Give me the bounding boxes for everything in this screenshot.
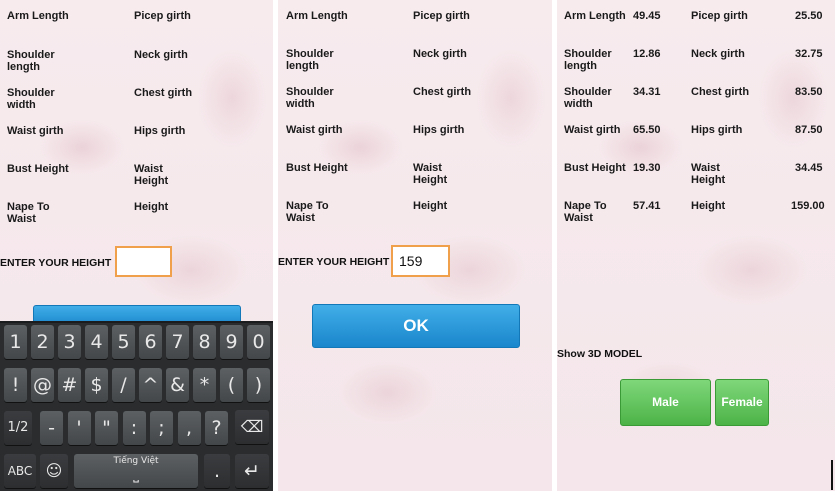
label-neck-girth: Neck girth	[413, 48, 467, 60]
screen-height-entered: Arm Length Picep girth Shoulder length N…	[278, 0, 552, 491]
label-neck-girth: Neck girth	[134, 49, 188, 61]
emoji-key-icon[interactable]: ☺	[40, 454, 68, 488]
label-shoulder-width: Shoulder width	[286, 86, 334, 110]
key-symbol[interactable]: *	[193, 368, 216, 402]
key-punctuation[interactable]: ,	[177, 411, 201, 445]
label-arm-length: Arm Length	[564, 10, 626, 22]
label-chest-girth: Chest girth	[134, 87, 193, 99]
label-height: Height	[691, 200, 726, 212]
label-nape-to-waist: Nape To Waist	[564, 200, 607, 224]
value-waist-height: 34.45	[795, 162, 823, 174]
label-nape-to-waist: Nape To Waist	[286, 200, 329, 224]
label-arm-length: Arm Length	[7, 10, 69, 22]
key-symbol[interactable]: !	[4, 368, 27, 402]
key-4[interactable]: 4	[85, 325, 108, 359]
female-button[interactable]: Female	[715, 379, 769, 426]
male-button[interactable]: Male	[620, 379, 711, 426]
key-symbol[interactable]: /	[112, 368, 135, 402]
height-prompt: ENTER YOUR HEIGHT	[0, 257, 112, 269]
height-input[interactable]	[391, 245, 450, 277]
value-bicep-girth: 25.50	[795, 10, 823, 22]
label-bust-height: Bust Height	[286, 162, 348, 174]
label-waist-height: Waist Height	[691, 162, 726, 186]
space-bar-icon: ⎵	[133, 467, 139, 483]
key-punctuation[interactable]: "	[95, 411, 118, 445]
key-symbol[interactable]: &	[166, 368, 189, 402]
key-8[interactable]: 8	[193, 325, 216, 359]
key-symbol[interactable]: #	[58, 368, 81, 402]
key-3[interactable]: 3	[58, 325, 81, 359]
key-7[interactable]: 7	[166, 325, 189, 359]
key-10[interactable]: 0	[247, 325, 270, 359]
screen-results: Arm Length 49.45 Picep girth 25.50 Shoul…	[557, 0, 835, 491]
label-height: Height	[413, 200, 448, 212]
key-2[interactable]: 2	[31, 325, 54, 359]
key-symbol[interactable]: ^	[139, 368, 162, 402]
label-shoulder-length: Shoulder length	[564, 48, 612, 72]
label-waist-height: Waist Height	[413, 162, 448, 186]
label-hips-girth: Hips girth	[413, 124, 465, 136]
value-bust-height: 19.30	[633, 162, 661, 174]
label-height: Height	[134, 201, 169, 213]
label-shoulder-width: Shoulder width	[7, 87, 55, 111]
label-shoulder-length: Shoulder length	[7, 49, 55, 73]
show-3d-model-label: Show 3D MODEL	[557, 348, 643, 360]
key-space[interactable]: Tiếng Việt ⎵	[74, 454, 198, 488]
key-punctuation[interactable]: -	[40, 411, 63, 445]
key-9[interactable]: 9	[220, 325, 243, 359]
key-mode-abc[interactable]: ABC	[4, 454, 36, 488]
label-neck-girth: Neck girth	[691, 48, 745, 60]
label-arm-length: Arm Length	[286, 10, 348, 22]
label-chest-girth: Chest girth	[691, 86, 750, 98]
key-6[interactable]: 6	[139, 325, 162, 359]
value-shoulder-length: 12.86	[633, 48, 661, 60]
screen-empty-height: Arm Length Picep girth Shoulder length N…	[0, 0, 273, 491]
text-cursor-icon	[831, 460, 833, 490]
height-prompt: ENTER YOUR HEIGHT	[278, 256, 390, 268]
key-symbol[interactable]: (	[220, 368, 243, 402]
label-hips-girth: Hips girth	[134, 125, 186, 137]
key-1[interactable]: 1	[4, 325, 27, 359]
label-waist-height: Waist Height	[134, 163, 169, 187]
key-symbol[interactable]: )	[247, 368, 270, 402]
ok-button[interactable]: OK	[312, 304, 520, 348]
key-symbol[interactable]: $	[85, 368, 108, 402]
label-waist-girth: Waist girth	[7, 125, 64, 137]
backspace-key-icon[interactable]: ⌫	[235, 410, 269, 444]
label-chest-girth: Chest girth	[413, 86, 472, 98]
value-chest-girth: 83.50	[795, 86, 823, 98]
space-language-label: Tiếng Việt	[113, 456, 159, 466]
soft-keyboard: 1234567890 ! @ # $ / ^ & *() 1/2- ' ":;,? ABC ☺ T…	[0, 321, 273, 491]
value-nape-to-waist: 57.41	[633, 200, 661, 212]
label-bust-height: Bust Height	[7, 163, 69, 175]
key-punctuation[interactable]: ;	[150, 411, 173, 445]
value-hips-girth: 87.50	[795, 124, 823, 136]
key-symbol[interactable]: @	[31, 368, 54, 402]
key-shift-symbols[interactable]: 1/2	[4, 411, 32, 445]
key-punctuation[interactable]: :	[122, 411, 146, 445]
label-bicep-girth: Picep girth	[691, 10, 748, 22]
key-5[interactable]: 5	[112, 325, 135, 359]
key-punctuation[interactable]: '	[67, 411, 91, 445]
value-height: 159.00	[791, 200, 825, 212]
value-waist-girth: 65.50	[633, 124, 661, 136]
key-punctuation[interactable]: ?	[205, 411, 228, 445]
key-period[interactable]: .	[204, 454, 230, 488]
label-waist-girth: Waist girth	[286, 124, 343, 136]
label-hips-girth: Hips girth	[691, 124, 743, 136]
label-waist-girth: Waist girth	[564, 124, 621, 136]
value-shoulder-width: 34.31	[633, 86, 661, 98]
value-neck-girth: 32.75	[795, 48, 823, 60]
label-shoulder-length: Shoulder length	[286, 48, 334, 72]
label-bicep-girth: Picep girth	[134, 10, 191, 22]
enter-key-icon[interactable]: ↵	[235, 454, 269, 488]
label-bicep-girth: Picep girth	[413, 10, 470, 22]
value-arm-length: 49.45	[633, 10, 661, 22]
label-shoulder-width: Shoulder width	[564, 86, 612, 110]
label-nape-to-waist: Nape To Waist	[7, 201, 50, 225]
height-input[interactable]	[115, 246, 172, 277]
label-bust-height: Bust Height	[564, 162, 626, 174]
